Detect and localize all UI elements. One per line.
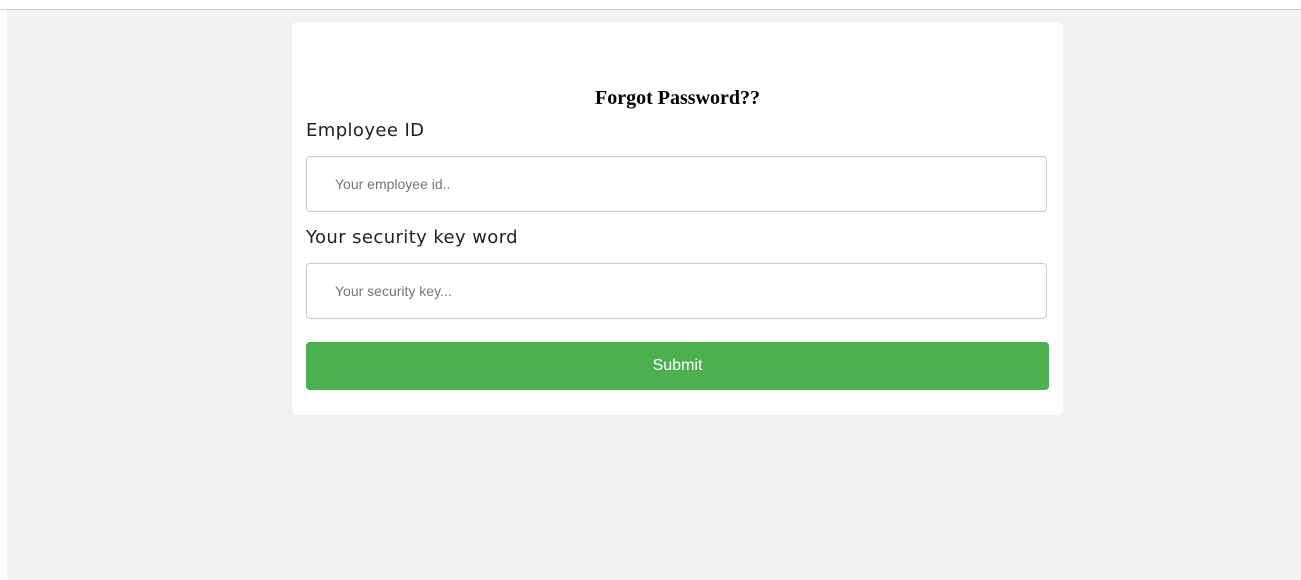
page-title: Forgot Password?? xyxy=(595,87,760,109)
submit-button[interactable]: Submit xyxy=(306,342,1049,390)
security-key-input[interactable] xyxy=(306,263,1047,319)
page: Forgot Password?? Employee ID Your secur… xyxy=(0,0,1301,580)
forgot-password-card: Forgot Password?? Employee ID Your secur… xyxy=(292,22,1063,415)
employee-id-input[interactable] xyxy=(306,156,1047,212)
security-key-label: Your security key word xyxy=(306,227,519,248)
employee-id-label: Employee ID xyxy=(306,120,425,141)
